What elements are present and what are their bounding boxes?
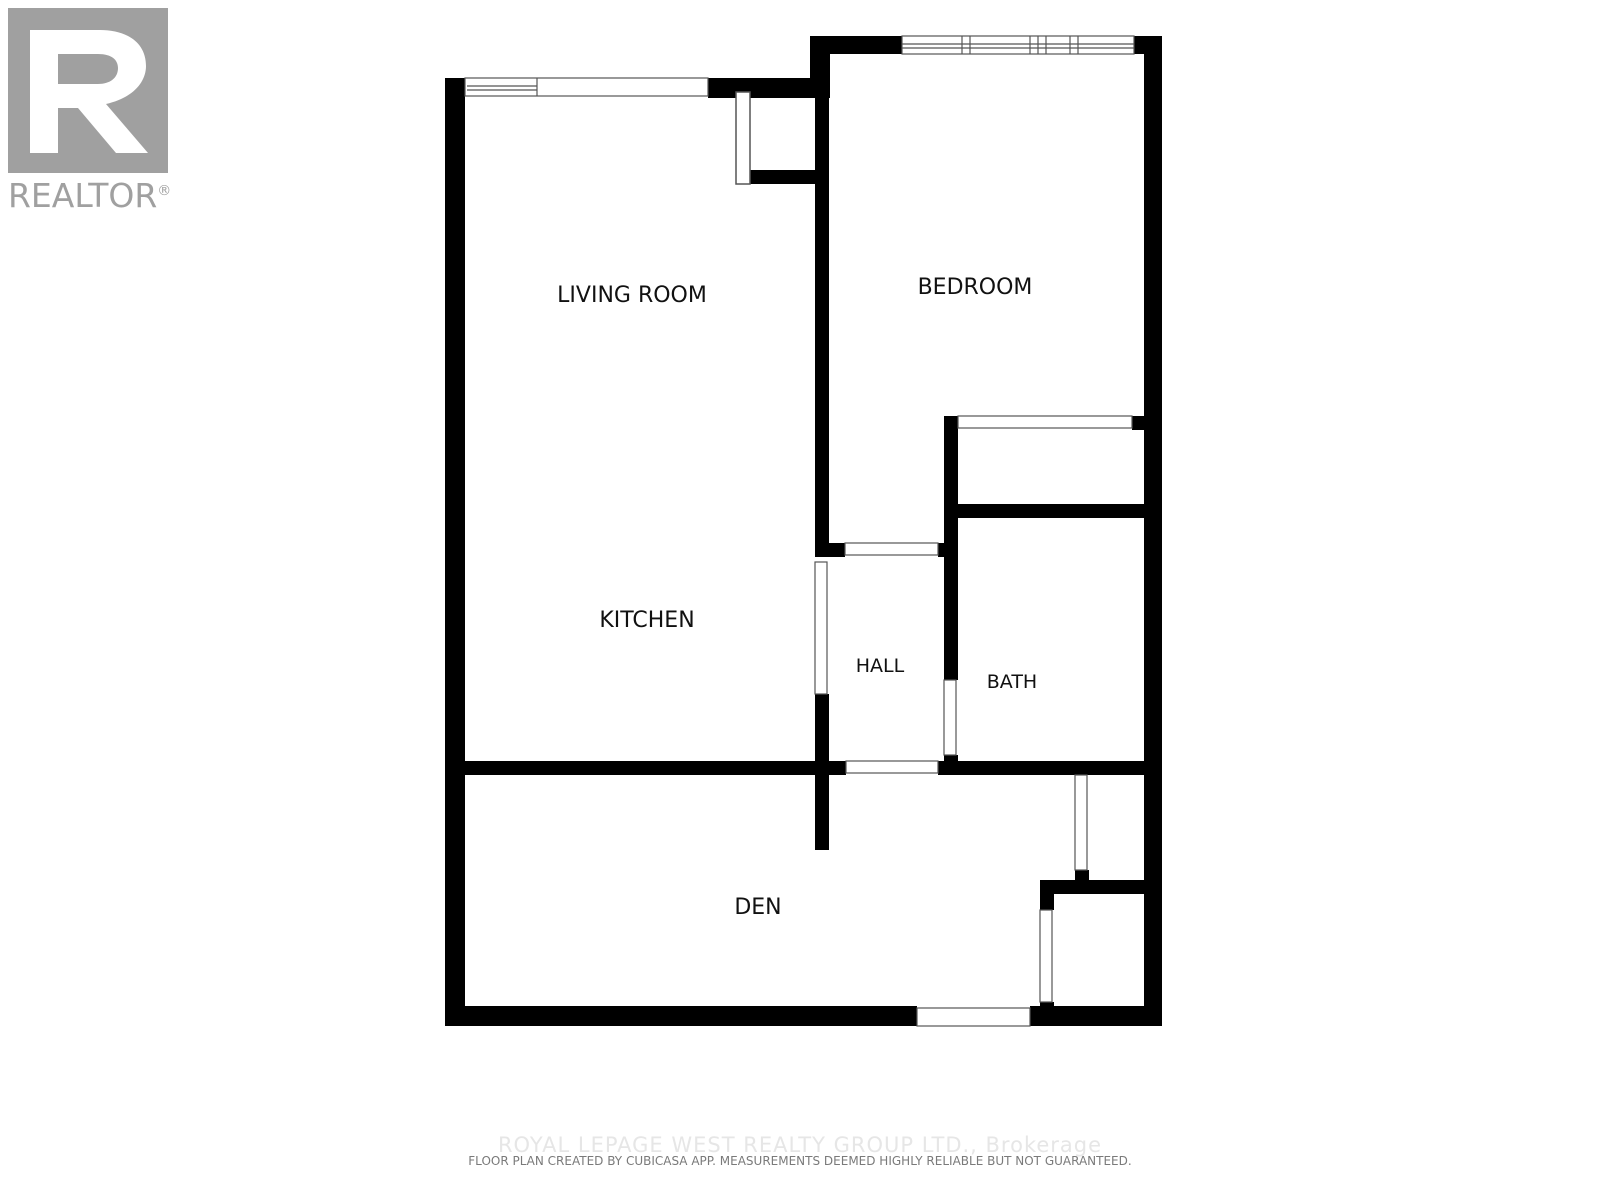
room-label-hall: HALL xyxy=(856,655,905,677)
room-label-bath: BATH xyxy=(987,671,1037,693)
room-label-kitchen: KITCHEN xyxy=(599,608,694,633)
floor-plan: LIVING ROOM BEDROOM KITCHEN HALL BATH DE… xyxy=(445,35,1162,1027)
openings xyxy=(464,35,1135,1027)
room-label-bedroom: BEDROOM xyxy=(918,275,1033,300)
room-label-living-room: LIVING ROOM xyxy=(557,283,707,308)
floor-plan-disclaimer: FLOOR PLAN CREATED BY CUBICASA APP. MEAS… xyxy=(468,1154,1132,1168)
room-labels: LIVING ROOM BEDROOM KITCHEN HALL BATH DE… xyxy=(557,275,1037,920)
room-label-den: DEN xyxy=(734,895,781,920)
walls xyxy=(445,36,1162,1026)
